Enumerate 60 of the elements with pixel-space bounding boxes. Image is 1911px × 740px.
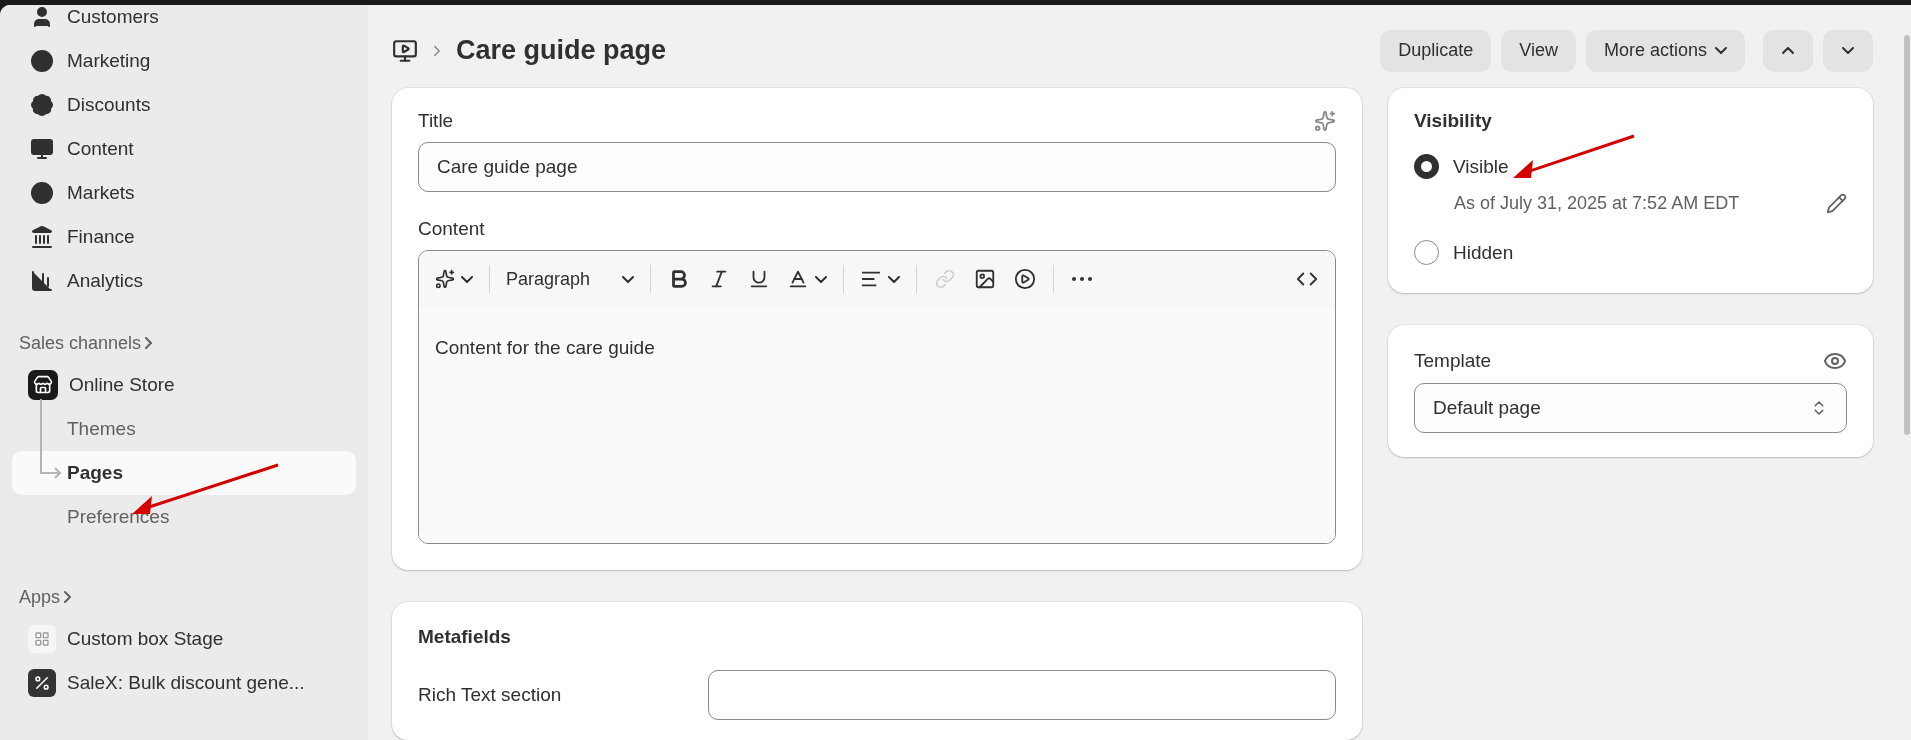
card-title: Metafields <box>418 626 512 648</box>
field-label: Template <box>1414 350 1492 372</box>
radio-button[interactable] <box>1414 240 1439 265</box>
visibility-date: As of July 31, 2025 at 7:52 AM EDT <box>1454 193 1740 214</box>
sidebar-item[interactable]: Content <box>12 127 356 171</box>
link-icon <box>935 269 955 289</box>
text-color-icon <box>787 268 809 290</box>
section-heading[interactable]: Sales channels <box>12 323 356 363</box>
chevron-down-icon <box>461 275 473 283</box>
percent-icon <box>28 669 56 697</box>
sidebar-item[interactable]: Markets <box>12 171 356 215</box>
card-title: Visibility <box>1414 110 1493 132</box>
sidebar-item[interactable]: Custom box Stage <box>12 617 356 661</box>
sidebar-item[interactable]: Analytics <box>12 259 356 303</box>
field-label: Rich Text section <box>418 684 563 706</box>
editor-text: Content for the care guide <box>435 337 655 358</box>
radio-label: Visible <box>1453 155 1509 177</box>
tree-line-icon <box>40 399 64 479</box>
field-label: Title <box>418 110 454 132</box>
scrollbar[interactable] <box>1904 35 1910 435</box>
play-icon <box>1014 268 1036 290</box>
chevron-up-icon <box>1782 47 1794 54</box>
section-heading[interactable]: Apps <box>12 577 356 617</box>
chevron-down-icon <box>888 275 900 283</box>
store-icon <box>28 370 58 400</box>
underline-icon <box>748 268 770 290</box>
sidebar-item[interactable]: SaleX: Bulk discount gene... <box>12 661 356 705</box>
more-icon <box>1072 277 1092 281</box>
page-title: Care guide page <box>456 35 668 66</box>
grid-icon <box>28 625 56 653</box>
sidebar-item[interactable]: Discounts <box>12 83 356 127</box>
page-icon <box>392 37 418 64</box>
image-icon <box>974 268 996 290</box>
title-field[interactable]: Care guide page <box>418 142 1336 192</box>
chevron-down-icon <box>622 275 634 283</box>
chevron-right-icon <box>64 591 72 603</box>
chevron-down-icon <box>815 275 827 283</box>
field-label: Content <box>418 218 486 240</box>
chevron-right-icon <box>145 337 153 349</box>
template-select[interactable]: Default page <box>1414 383 1847 433</box>
metafield-input[interactable] <box>708 670 1336 720</box>
radio-label: Hidden <box>1453 241 1514 264</box>
radio-button[interactable] <box>1414 154 1439 179</box>
action-button[interactable]: Duplicate <box>1380 29 1492 72</box>
sparkle-icon <box>435 269 455 289</box>
sidebar-subitem[interactable]: Preferences <box>12 495 356 539</box>
action-button[interactable]: View <box>1501 29 1576 72</box>
sidebar-item[interactable]: Online Store <box>12 363 356 407</box>
chevron-down-icon <box>1842 47 1854 54</box>
sidebar-item[interactable]: Finance <box>12 215 356 259</box>
sidebar-item[interactable]: Customers <box>12 5 356 39</box>
sidebar-subitem[interactable]: Pages <box>12 451 356 495</box>
rich-text-editor[interactable]: Paragraph Content for the care guide <box>418 250 1336 544</box>
format-select[interactable]: Paragraph <box>500 261 640 297</box>
sidebar-item[interactable]: Marketing <box>12 39 356 83</box>
chevron-down-icon <box>1715 47 1727 54</box>
edit-icon[interactable] <box>1826 193 1847 214</box>
sidebar-subitem[interactable]: Themes <box>12 407 356 451</box>
sparkle-icon[interactable] <box>1314 110 1336 132</box>
action-button[interactable]: More actions <box>1585 29 1745 72</box>
